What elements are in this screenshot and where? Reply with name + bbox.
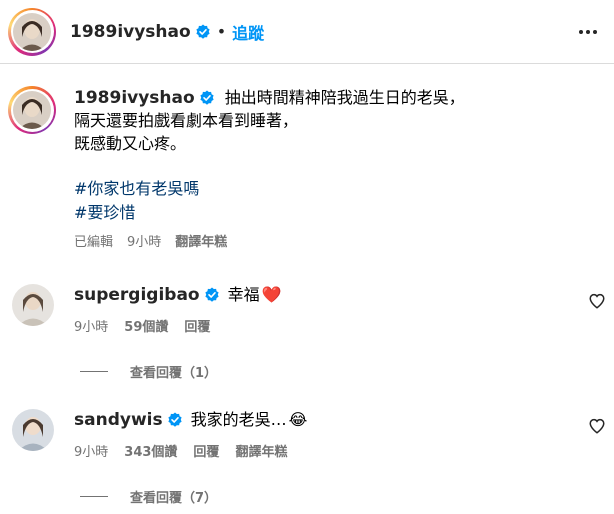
profile-avatar[interactable] (13, 12, 51, 51)
edited-label: 已編輯 (74, 235, 114, 250)
verified-badge-icon (168, 412, 182, 427)
comment-text: 幸福 (227, 285, 260, 304)
comment-item: supergigibao 幸福 ❤️ 9小時 59個讚 回覆 (8, 284, 608, 335)
translate-button[interactable]: 翻譯年糕 (235, 441, 287, 460)
follow-button[interactable]: 追蹤 (232, 20, 264, 44)
divider-line (80, 496, 108, 497)
more-options-button[interactable] (576, 20, 600, 44)
commenter-avatar[interactable] (12, 284, 54, 326)
caption-text-line: 既感動又心疼。 (74, 134, 187, 153)
view-replies-button[interactable]: 查看回覆（7） (80, 487, 217, 506)
more-horizontal-icon (579, 29, 597, 34)
view-replies-label: 查看回覆（1） (130, 366, 218, 381)
red-heart-emoji: ❤️ (261, 285, 282, 304)
translate-button[interactable]: 翻譯年糕 (175, 231, 227, 250)
profile-avatar-ring[interactable] (8, 7, 56, 56)
comment-meta: 9小時 343個讚 回覆 翻譯年糕 (74, 441, 608, 460)
caption-text-line: 抽出時間精神陪我過生日的老吳， (224, 88, 465, 107)
post-header: 1989ivyshao • 追蹤 (0, 0, 614, 64)
comment-text: 我家的老吳… (190, 410, 287, 429)
divider-line (80, 371, 108, 372)
comment-meta: 9小時 59個讚 回覆 (74, 316, 608, 335)
comment-username[interactable]: sandywis (74, 409, 163, 431)
caption-time[interactable]: 9小時 (127, 231, 161, 250)
commenter-avatar[interactable] (12, 409, 54, 451)
reply-button[interactable]: 回覆 (184, 316, 210, 335)
caption-text-line: 隔天還要拍戲看劇本看到睡著， (74, 111, 299, 130)
reply-button[interactable]: 回覆 (193, 441, 219, 460)
caption-avatar[interactable] (13, 91, 51, 129)
comment-likes[interactable]: 343個讚 (124, 441, 177, 460)
caption-username[interactable]: 1989ivyshao (74, 87, 195, 109)
caption-body: 1989ivyshao 抽出時間精神陪我過生日的老吳， 隔天還要拍戲看劇本看到睡… (74, 86, 594, 251)
comment-likes[interactable]: 59個讚 (124, 316, 168, 335)
laughing-tears-emoji: 😂 (288, 410, 308, 429)
post-caption: 1989ivyshao 抽出時間精神陪我過生日的老吳， 隔天還要拍戲看劇本看到睡… (8, 86, 598, 250)
comment-username[interactable]: supergigibao (74, 284, 200, 306)
header-separator: • (216, 22, 227, 41)
verified-badge-icon (196, 24, 210, 39)
header-username[interactable]: 1989ivyshao (70, 22, 191, 42)
hashtag-link[interactable]: #你家也有老吳嗎 (74, 177, 594, 201)
caption-avatar-ring[interactable] (8, 86, 56, 134)
like-heart-icon[interactable] (588, 292, 606, 310)
verified-badge-icon (205, 287, 219, 302)
view-replies-label: 查看回覆（7） (130, 491, 218, 506)
view-replies-button[interactable]: 查看回覆（1） (80, 362, 217, 381)
comment-item: sandywis 我家的老吳… 😂 9小時 343個讚 回覆 翻譯年糕 (8, 409, 608, 460)
verified-badge-icon (200, 90, 214, 105)
comment-time[interactable]: 9小時 (74, 441, 108, 460)
comment-time[interactable]: 9小時 (74, 316, 108, 335)
hashtag-link[interactable]: #要珍惜 (74, 201, 594, 225)
like-heart-icon[interactable] (588, 417, 606, 435)
caption-meta: 已編輯 9小時 翻譯年糕 (74, 231, 594, 250)
